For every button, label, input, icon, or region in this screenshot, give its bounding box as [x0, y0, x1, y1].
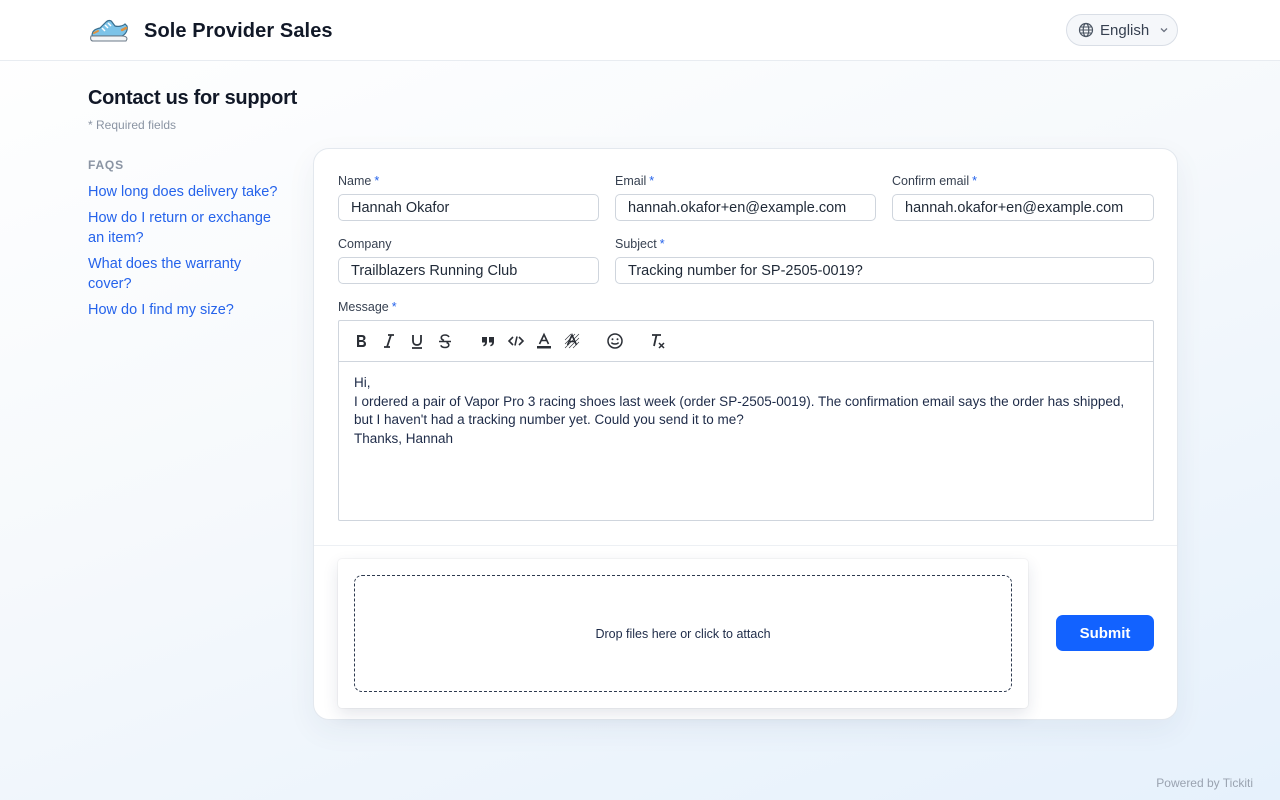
italic-button[interactable]	[379, 331, 399, 351]
chevron-down-icon	[1160, 28, 1168, 33]
strikethrough-icon	[439, 334, 451, 349]
highlight-icon	[564, 333, 580, 349]
required-marker: *	[391, 300, 397, 314]
faq-heading: FAQS	[88, 158, 124, 172]
attachment-panel: Drop files here or click to attach	[338, 559, 1028, 708]
confirm-email-label: Confirm email *	[892, 174, 977, 188]
blockquote-button[interactable]	[478, 331, 498, 351]
confirm-email-label-text: Confirm email	[892, 174, 970, 188]
faq-link-delivery[interactable]: How long does delivery take?	[88, 184, 277, 200]
clear-format-button[interactable]	[648, 331, 668, 351]
required-fields-note: * Required fields	[88, 118, 177, 132]
underline-button[interactable]	[407, 331, 427, 351]
name-label: Name *	[338, 174, 379, 188]
text-color-icon	[537, 332, 551, 349]
clear-format-icon	[652, 334, 665, 349]
faq-list: How long does delivery take? How do I re…	[88, 182, 288, 326]
confirm-email-input[interactable]	[892, 194, 1154, 221]
faq-item: How do I find my size?	[88, 300, 288, 320]
top-header: Sole Provider Sales English	[0, 0, 1280, 61]
editor-toolbar	[339, 321, 1153, 362]
bold-icon	[357, 335, 366, 347]
required-marker: *	[659, 237, 665, 251]
faq-item: How long does delivery take?	[88, 182, 288, 202]
email-input[interactable]	[615, 194, 876, 221]
message-editor: Hi, I ordered a pair of Vapor Pro 3 raci…	[338, 320, 1154, 521]
page-title: Contact us for support	[88, 87, 297, 109]
file-dropzone[interactable]: Drop files here or click to attach	[354, 575, 1012, 692]
contact-form-card: Name* Email* Confirm email* Company Subj…	[313, 148, 1178, 720]
underline-icon	[412, 335, 422, 349]
text-color-button[interactable]	[534, 331, 554, 351]
code-button[interactable]	[506, 331, 526, 351]
message-label: Message *	[338, 300, 397, 314]
name-input[interactable]	[338, 194, 599, 221]
required-marker: *	[374, 174, 380, 188]
subject-label: Subject *	[615, 237, 665, 251]
faq-link-returns[interactable]: How do I return or exchange an item?	[88, 210, 271, 246]
company-input[interactable]	[338, 257, 599, 284]
language-label: English	[1100, 21, 1150, 39]
faq-item: What does the warranty cover?	[88, 254, 288, 294]
required-marker: *	[649, 174, 655, 188]
bold-button[interactable]	[351, 331, 371, 351]
strikethrough-button[interactable]	[435, 331, 455, 351]
running-shoe-icon	[90, 19, 128, 42]
code-icon	[507, 336, 525, 346]
message-label-text: Message	[338, 300, 389, 314]
company-label: Company	[338, 237, 392, 251]
powered-by-footer: Powered by Tickiti	[1156, 776, 1253, 790]
language-selector[interactable]: English	[1066, 14, 1178, 46]
required-marker: *	[972, 174, 977, 188]
globe-icon	[1078, 22, 1094, 38]
message-line: Thanks, Hannah	[354, 430, 454, 446]
faq-link-size[interactable]: How do I find my size?	[88, 302, 234, 318]
subject-label-text: Subject	[615, 237, 657, 251]
highlight-button[interactable]	[562, 331, 582, 351]
emoji-icon	[607, 333, 623, 349]
email-label: Email *	[615, 174, 654, 188]
message-body[interactable]: Hi, I ordered a pair of Vapor Pro 3 raci…	[339, 362, 1153, 460]
company-label-text: Company	[338, 237, 392, 251]
message-line: Hi,	[354, 375, 371, 390]
faq-item: How do I return or exchange an item?	[88, 208, 288, 248]
email-label-text: Email	[615, 174, 647, 188]
message-line: I ordered a pair of Vapor Pro 3 racing s…	[354, 393, 1125, 428]
blockquote-icon	[482, 337, 494, 347]
name-label-text: Name	[338, 174, 372, 188]
emoji-button[interactable]	[605, 331, 625, 351]
brand-name: Sole Provider Sales	[144, 20, 333, 42]
faq-link-warranty[interactable]: What does the warranty cover?	[88, 256, 241, 292]
subject-input[interactable]	[615, 257, 1154, 284]
italic-icon	[384, 334, 394, 348]
submit-button[interactable]: Submit	[1056, 615, 1154, 651]
form-divider	[314, 545, 1177, 546]
